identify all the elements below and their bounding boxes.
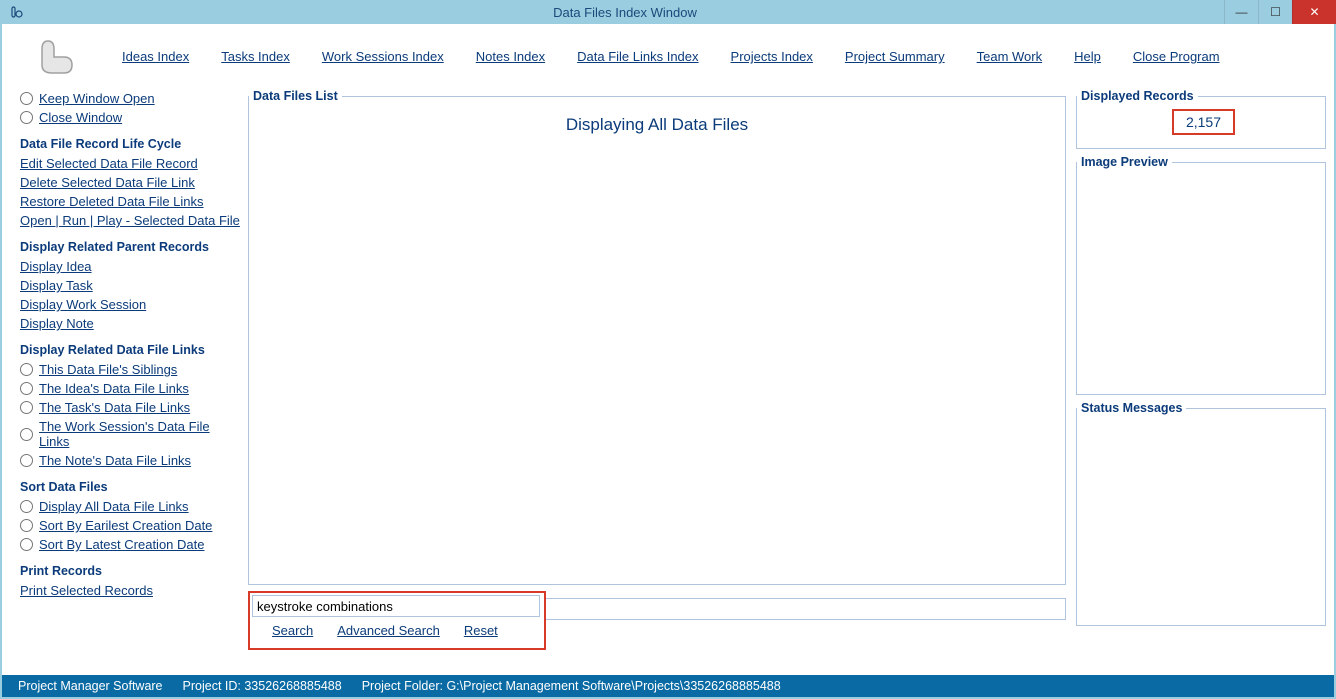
image-preview-frame: Image Preview — [1076, 155, 1326, 395]
minimize-button[interactable]: — — [1224, 0, 1258, 24]
link-display-note[interactable]: Display Note — [20, 314, 240, 333]
menu-work-sessions-index[interactable]: Work Sessions Index — [322, 49, 444, 64]
menu-team-work[interactable]: Team Work — [977, 49, 1043, 64]
link-display-idea[interactable]: Display Idea — [20, 257, 240, 276]
menu-help[interactable]: Help — [1074, 49, 1101, 64]
list-title: Displaying All Data Files — [249, 103, 1065, 141]
app-logo — [32, 33, 80, 81]
link-display-work-session[interactable]: Display Work Session — [20, 295, 240, 314]
search-input[interactable] — [252, 595, 540, 617]
data-files-list-frame: Data Files List Displaying All Data File… — [248, 89, 1066, 585]
menubar: Ideas Index Tasks Index Work Sessions In… — [2, 24, 1334, 89]
link-restore-deleted[interactable]: Restore Deleted Data File Links — [20, 192, 240, 211]
radio-note-links[interactable]: The Note's Data File Links — [20, 451, 240, 470]
radio-task-links[interactable]: The Task's Data File Links — [20, 398, 240, 417]
status-app-name: Project Manager Software — [18, 679, 163, 693]
list-legend: Data Files List — [249, 89, 342, 103]
close-button[interactable]: ✕ — [1292, 0, 1336, 24]
window-title: Data Files Index Window — [26, 5, 1224, 20]
link-display-task[interactable]: Display Task — [20, 276, 240, 295]
status-messages-legend: Status Messages — [1077, 401, 1186, 415]
menu-close-program[interactable]: Close Program — [1133, 49, 1220, 64]
link-delete-selected[interactable]: Delete Selected Data File Link — [20, 173, 240, 192]
status-project-folder: Project Folder: G:\Project Management So… — [362, 679, 781, 693]
status-messages-frame: Status Messages — [1076, 401, 1326, 626]
radio-idea-links[interactable]: The Idea's Data File Links — [20, 379, 240, 398]
menu-data-file-links-index[interactable]: Data File Links Index — [577, 49, 698, 64]
statusbar: Project Manager Software Project ID: 335… — [2, 675, 1334, 697]
section-print: Print Records — [20, 554, 240, 581]
status-project-id: Project ID: 33526268885488 — [183, 679, 342, 693]
radio-worksession-links[interactable]: The Work Session's Data File Links — [20, 417, 240, 451]
radio-sort-earliest[interactable]: Sort By Earilest Creation Date — [20, 516, 240, 535]
link-edit-selected[interactable]: Edit Selected Data File Record — [20, 154, 240, 173]
section-sort: Sort Data Files — [20, 470, 240, 497]
radio-siblings[interactable]: This Data File's Siblings — [20, 360, 240, 379]
menu-tasks-index[interactable]: Tasks Index — [221, 49, 290, 64]
menu-notes-index[interactable]: Notes Index — [476, 49, 545, 64]
section-parent: Display Related Parent Records — [20, 230, 240, 257]
radio-display-all[interactable]: Display All Data File Links — [20, 497, 240, 516]
section-links: Display Related Data File Links — [20, 333, 240, 360]
link-print-selected[interactable]: Print Selected Records — [20, 581, 240, 600]
sidebar: Keep Window Open Close Window Data File … — [20, 89, 248, 675]
radio-sort-latest[interactable]: Sort By Latest Creation Date — [20, 535, 240, 554]
displayed-records-value: 2,157 — [1172, 109, 1235, 135]
titlebar: Data Files Index Window — ☐ ✕ — [0, 0, 1336, 24]
maximize-button[interactable]: ☐ — [1258, 0, 1292, 24]
menu-projects-index[interactable]: Projects Index — [731, 49, 813, 64]
displayed-records-legend: Displayed Records — [1077, 89, 1198, 103]
app-icon — [8, 4, 26, 20]
link-open-run-play[interactable]: Open | Run | Play - Selected Data File — [20, 211, 240, 230]
section-lifecycle: Data File Record Life Cycle — [20, 127, 240, 154]
displayed-records-frame: Displayed Records 2,157 — [1076, 89, 1326, 149]
radio-keep-window-open[interactable]: Keep Window Open — [20, 89, 240, 108]
radio-close-window[interactable]: Close Window — [20, 108, 240, 127]
menu-ideas-index[interactable]: Ideas Index — [122, 49, 189, 64]
image-preview-legend: Image Preview — [1077, 155, 1172, 169]
menu-project-summary[interactable]: Project Summary — [845, 49, 945, 64]
